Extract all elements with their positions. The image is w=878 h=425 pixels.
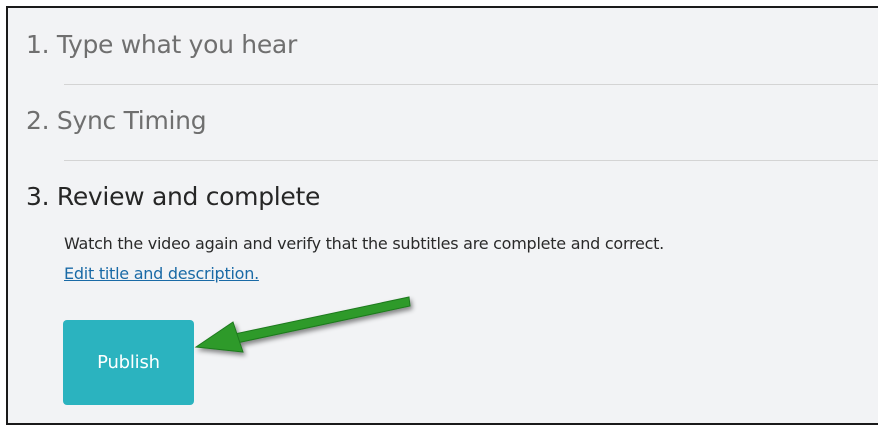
step-sync-timing[interactable]: 2. Sync Timing <box>26 106 207 135</box>
subtitle-steps-panel: 1. Type what you hear 2. Sync Timing 3. … <box>6 6 878 425</box>
review-description: Watch the video again and verify that th… <box>64 234 664 253</box>
publish-button[interactable]: Publish <box>63 320 194 405</box>
edit-title-description-link[interactable]: Edit title and description. <box>64 264 259 283</box>
step-divider <box>64 160 878 161</box>
step-divider <box>64 84 878 85</box>
step-review-and-complete: 3. Review and complete <box>26 182 321 211</box>
step-type-what-you-hear[interactable]: 1. Type what you hear <box>26 30 297 59</box>
